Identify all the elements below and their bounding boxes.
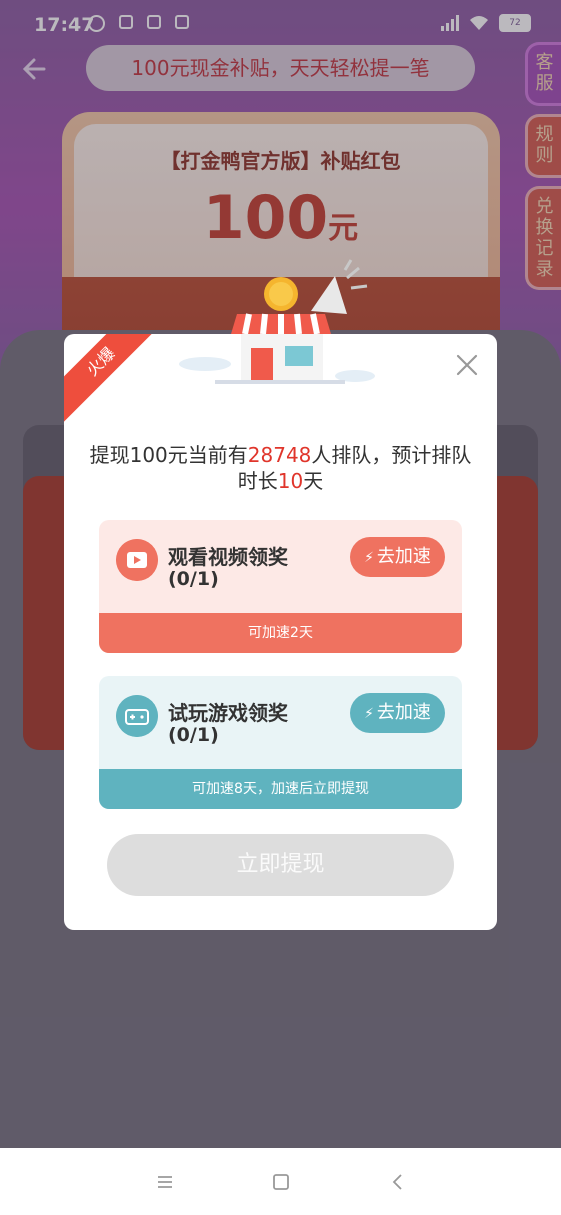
queue-days: 10 bbox=[277, 469, 304, 493]
watch-video-task: 观看视频领奖 (0/1) ⚡ 去加速 可加速2天 bbox=[99, 520, 462, 653]
task-title: 观看视频领奖 bbox=[168, 545, 288, 569]
speedup-video-button[interactable]: ⚡ 去加速 bbox=[350, 537, 445, 577]
lightning-icon: ⚡ bbox=[364, 550, 374, 566]
queue-count: 28748 bbox=[247, 443, 312, 467]
task-footer: 可加速8天，加速后立即提现 bbox=[99, 769, 462, 809]
shop-illustration bbox=[179, 259, 375, 384]
withdraw-now-button[interactable]: 立即提现 bbox=[107, 834, 454, 896]
task-title: 试玩游戏领奖 bbox=[168, 701, 288, 725]
speedup-game-button[interactable]: ⚡ 去加速 bbox=[350, 693, 445, 733]
queue-info: 提现100元当前有28748人排队，预计排队时长10天 bbox=[89, 443, 472, 493]
video-icon bbox=[116, 539, 158, 581]
try-game-task: 试玩游戏领奖 (0/1) ⚡ 去加速 可加速8天，加速后立即提现 bbox=[99, 676, 462, 809]
menu-icon[interactable] bbox=[153, 1170, 177, 1194]
back-icon[interactable] bbox=[386, 1170, 410, 1194]
lightning-icon: ⚡ bbox=[364, 706, 374, 722]
task-footer: 可加速2天 bbox=[99, 613, 462, 653]
speedup-modal: 火爆 提现100元当前有28748人排队，预计排队时长10天 观看视频领奖 (0… bbox=[64, 334, 497, 930]
hot-ribbon: 火爆 bbox=[64, 334, 166, 427]
home-icon[interactable] bbox=[269, 1170, 293, 1194]
game-icon bbox=[116, 695, 158, 737]
close-icon[interactable] bbox=[453, 351, 481, 379]
system-nav-bar bbox=[0, 1148, 561, 1215]
task-progress: (0/1) bbox=[168, 568, 219, 590]
task-progress: (0/1) bbox=[168, 724, 219, 746]
